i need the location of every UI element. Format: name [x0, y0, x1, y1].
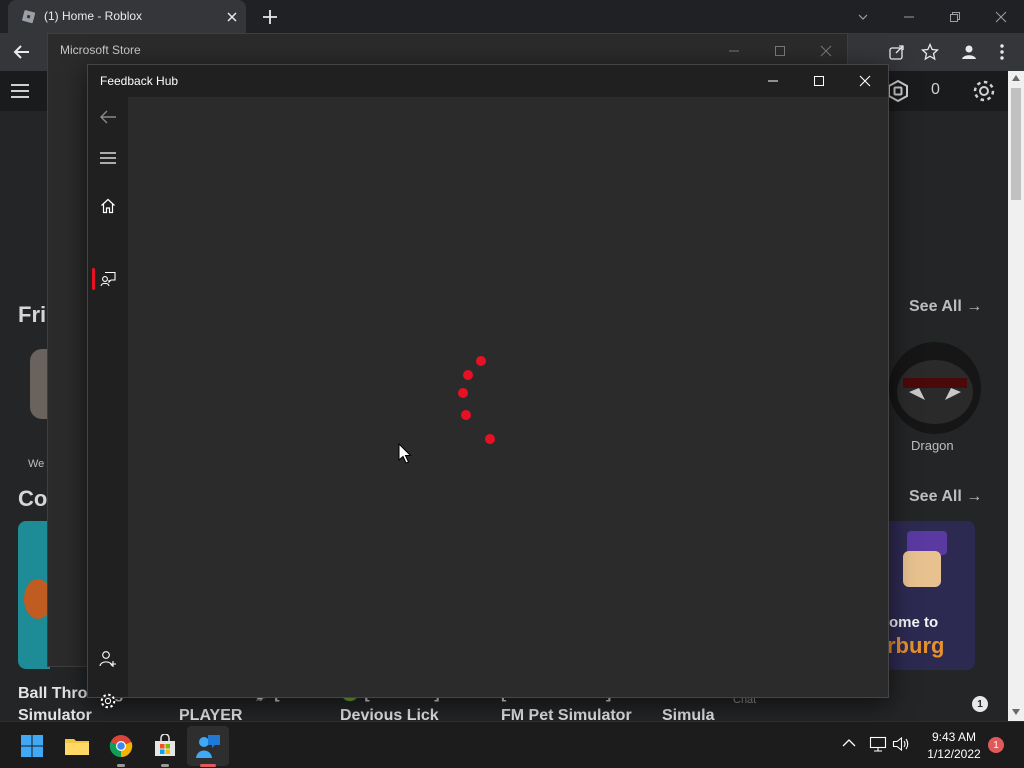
ms-store-icon	[153, 734, 177, 758]
feedback-hub-nav-pane	[88, 97, 128, 709]
taskbar-ms-store[interactable]	[150, 731, 180, 761]
taskbar-chrome[interactable]	[106, 731, 136, 761]
settings-gear-icon	[99, 692, 117, 710]
home-icon	[100, 198, 116, 214]
spinner-dot	[476, 356, 486, 366]
feedback-hub-maximize-button[interactable]	[796, 65, 842, 97]
share-icon[interactable]	[888, 43, 906, 61]
browser-tab-roblox[interactable]: (1) Home - Roblox	[8, 0, 246, 33]
hamburger-menu-icon[interactable]	[10, 83, 30, 99]
spinner-dot	[485, 434, 495, 444]
tab-close-icon[interactable]	[224, 9, 240, 25]
feedback-hub-title: Feedback Hub	[100, 74, 179, 88]
robux-count: 0	[931, 81, 940, 98]
volume-icon[interactable]	[892, 736, 910, 752]
continue-see-all-link[interactable]: See All →	[909, 488, 982, 506]
nav-home-button[interactable]	[88, 186, 128, 226]
feedback-hub-icon	[195, 733, 221, 759]
friends-section-title: Fri	[18, 302, 47, 327]
new-tab-button[interactable]	[261, 8, 279, 26]
continue-section-title: Co	[18, 486, 48, 511]
taskbar-clock-time[interactable]: 9:43 AM	[920, 730, 988, 744]
start-button[interactable]	[17, 731, 47, 761]
add-account-icon	[99, 650, 117, 668]
show-hidden-icons-chevron-up-icon[interactable]	[842, 738, 856, 748]
file-explorer-icon	[64, 734, 90, 758]
hamburger-menu-icon	[100, 152, 116, 164]
chrome-icon	[109, 734, 133, 758]
browser-tab-title: (1) Home - Roblox	[44, 9, 143, 23]
windows-taskbar: 9:43 AM 1/12/2022 1	[0, 721, 1024, 768]
friends-see-all-link[interactable]: See All →	[909, 298, 982, 316]
feedback-hub-minimize-button[interactable]	[750, 65, 796, 97]
chrome-running-indicator	[117, 764, 125, 767]
notification-badge[interactable]: 1	[988, 737, 1004, 753]
robux-icon[interactable]	[886, 79, 910, 103]
roblox-favicon-icon	[20, 9, 36, 25]
network-icon[interactable]	[869, 736, 887, 752]
feedback-hub-running-indicator	[200, 764, 216, 767]
browser-back-arrow-icon[interactable]	[12, 42, 32, 62]
browser-tab-strip: (1) Home - Roblox	[0, 0, 1024, 33]
more-vertical-icon[interactable]	[998, 43, 1006, 61]
page-scrollbar-thumb[interactable]	[1011, 88, 1021, 200]
spinner-dot	[461, 410, 471, 420]
chat-badge[interactable]: 1	[972, 696, 988, 712]
ms-store-running-indicator	[161, 764, 169, 767]
browser-close-button[interactable]	[978, 0, 1024, 33]
windows-start-icon	[20, 734, 44, 758]
nav-feedback-button[interactable]	[88, 259, 128, 299]
game-thumbnail-brookhaven[interactable]: ome to rburg	[889, 521, 975, 670]
ms-store-maximize-button[interactable]	[774, 45, 786, 57]
ms-store-minimize-button[interactable]	[728, 45, 740, 57]
back-arrow-icon	[99, 109, 117, 125]
taskbar-feedback-hub[interactable]	[193, 731, 223, 761]
bookmark-star-icon[interactable]	[921, 43, 939, 61]
taskbar-clock-date[interactable]: 1/12/2022	[920, 747, 988, 761]
feedback-hub-window: Feedback Hub	[87, 64, 889, 709]
feedback-hub-titlebar: Feedback Hub	[88, 65, 888, 97]
nav-settings-button[interactable]	[88, 681, 128, 721]
friend-name-left: We	[28, 458, 45, 470]
nav-hamburger-button[interactable]	[88, 138, 128, 178]
banner-text-bottom: rburg	[889, 633, 945, 658]
nav-back-button[interactable]	[88, 97, 128, 137]
feedback-hub-close-button[interactable]	[842, 65, 888, 97]
spinner-dot	[463, 370, 473, 380]
browser-restore-button[interactable]	[932, 0, 978, 33]
nav-add-account-button[interactable]	[88, 639, 128, 679]
settings-gear-icon[interactable]	[971, 78, 997, 104]
taskbar-file-explorer[interactable]	[62, 731, 92, 761]
friend-name-dragon: Dragon	[911, 438, 954, 453]
game-thumbnail-ball-throwing[interactable]	[18, 521, 52, 669]
feedback-icon	[100, 271, 116, 287]
profile-icon[interactable]	[960, 43, 978, 61]
spinner-dot	[458, 388, 468, 398]
banner-text-top: ome to	[889, 614, 939, 631]
friend-avatar-dragon[interactable]	[889, 342, 981, 434]
mouse-cursor-icon	[398, 443, 412, 465]
ms-store-window-title: Microsoft Store	[60, 43, 141, 57]
browser-minimize-button[interactable]	[886, 0, 932, 33]
loading-spinner	[456, 353, 496, 444]
tab-search-chevron-down-icon[interactable]	[840, 0, 886, 33]
ms-store-close-button[interactable]	[820, 45, 832, 57]
